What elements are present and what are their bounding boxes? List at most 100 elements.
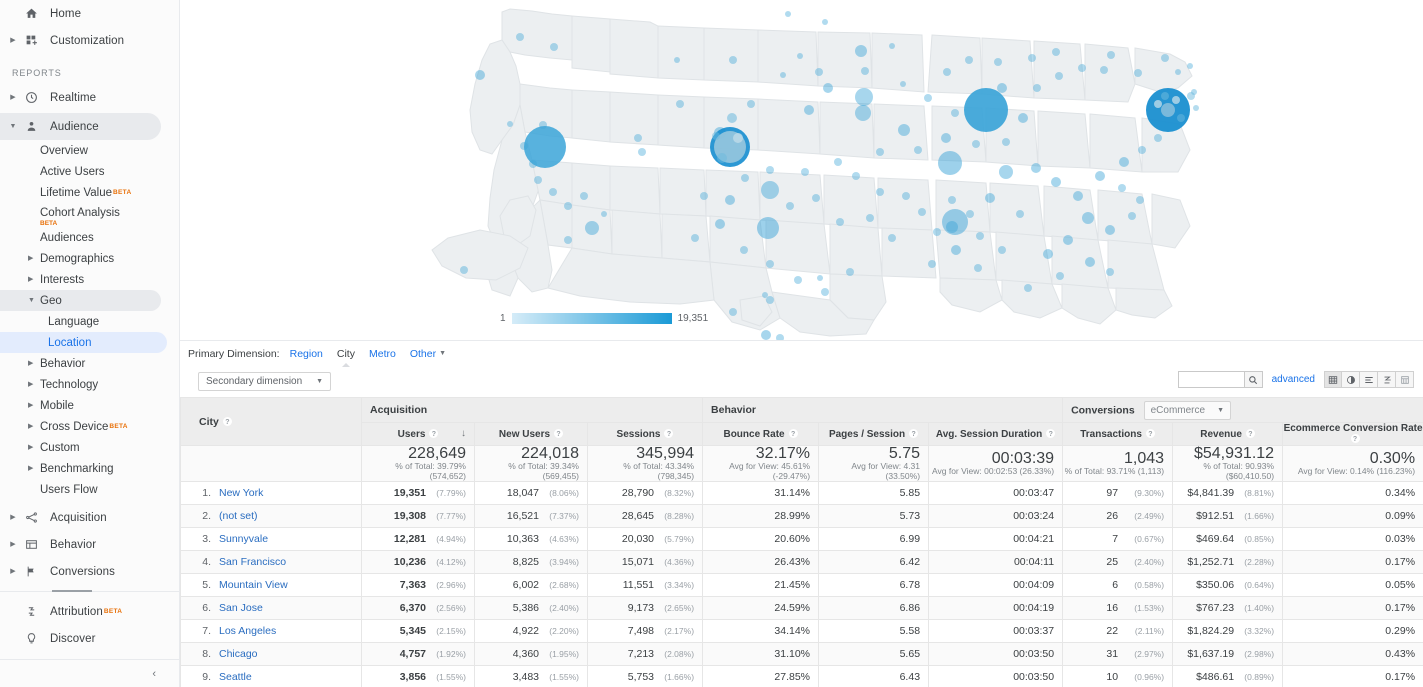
city-link[interactable]: Sunnyvale (219, 533, 268, 545)
help-icon[interactable]: ? (1146, 429, 1155, 438)
search-icon[interactable] (1244, 372, 1262, 387)
column-header-avg-session-duration[interactable]: Avg. Session Duration? (929, 423, 1063, 446)
table-row[interactable]: 3. Sunnyvale 12,281(4.94%) 10,363(4.63%)… (181, 528, 1423, 551)
cell-ecommerce-conversion-rate: 0.43% (1283, 643, 1423, 666)
us-map[interactable] (180, 0, 1423, 340)
sidebar-item-discover[interactable]: Discover (0, 625, 179, 652)
column-header-city[interactable]: City? (181, 398, 362, 446)
city-link[interactable]: Seattle (219, 671, 252, 683)
value: 22 (1106, 625, 1118, 637)
column-header-users[interactable]: Users? ↓ (362, 423, 475, 446)
sidebar-item-custom[interactable]: ▶ Custom (0, 437, 179, 458)
help-icon[interactable]: ? (664, 429, 673, 438)
help-icon[interactable]: ? (223, 417, 232, 426)
dimension-other[interactable]: Other (410, 348, 436, 360)
table-row[interactable]: 2. (not set) 19,308(7.77%) 16,521(7.37%)… (181, 505, 1423, 528)
sidebar-item-cohort-analysis[interactable]: Cohort Analysis BETA (0, 203, 179, 227)
search-input[interactable] (1179, 372, 1244, 387)
sidebar-item-home[interactable]: Home (0, 0, 179, 27)
help-icon[interactable]: ? (1246, 429, 1255, 438)
dimension-metro[interactable]: Metro (369, 348, 396, 360)
sort-descending-icon[interactable]: ↓ (461, 428, 466, 439)
pie-view-icon[interactable] (1342, 371, 1360, 388)
sidebar-item-customization[interactable]: ▶ Customization (0, 27, 179, 54)
table-row[interactable]: 9. Seattle 3,856(1.55%) 3,483(1.55%) 5,7… (181, 666, 1423, 687)
table-row[interactable]: 6. San Jose 6,370(2.56%) 5,386(2.40%) 9,… (181, 597, 1423, 620)
sidebar-item-audience[interactable]: ▼ Audience (0, 113, 161, 140)
percent: (2.15%) (426, 626, 466, 636)
sidebar-item-cross-device[interactable]: ▶ Cross Device BETA (0, 416, 179, 437)
help-icon[interactable]: ? (909, 429, 918, 438)
secondary-dimension-dropdown[interactable]: Secondary dimension ▼ (198, 372, 331, 391)
sidebar-item-overview[interactable]: Overview (0, 140, 179, 161)
dimension-city[interactable]: City (337, 348, 355, 360)
sidebar-item-demographics[interactable]: ▶ Demographics (0, 248, 179, 269)
help-icon[interactable]: ? (789, 429, 798, 438)
help-icon[interactable]: ? (1351, 434, 1360, 443)
column-header-bounce-rate[interactable]: Bounce Rate? (703, 423, 819, 446)
table-row[interactable]: 4. San Francisco 10,236(4.12%) 8,825(3.9… (181, 551, 1423, 574)
sidebar-item-technology[interactable]: ▶ Technology (0, 374, 179, 395)
sidebar-label: Benchmarking (40, 463, 114, 475)
value: 6,002 (513, 579, 539, 591)
city-link[interactable]: San Jose (219, 602, 263, 614)
advanced-filter-link[interactable]: advanced (1272, 374, 1315, 385)
table-view-icon[interactable] (1324, 371, 1342, 388)
percent: (3.94%) (539, 557, 579, 567)
sidebar-item-conversions[interactable]: ▶ Conversions (0, 558, 179, 585)
table-row[interactable]: 1. New York 19,351(7.79%) 18,047(8.06%) … (181, 482, 1423, 505)
table-row[interactable]: 8. Chicago 4,757(1.92%) 4,360(1.95%) 7,2… (181, 643, 1423, 666)
city-link[interactable]: (not set) (219, 510, 258, 522)
city-link[interactable]: Mountain View (219, 579, 288, 591)
sidebar-item-mobile[interactable]: ▶ Mobile (0, 395, 179, 416)
city-link[interactable]: Los Angeles (219, 625, 276, 637)
table-row[interactable]: 5. Mountain View 7,363(2.96%) 6,002(2.68… (181, 574, 1423, 597)
chevron-right-icon: ▶ (6, 514, 20, 521)
ecommerce-select[interactable]: eCommerce ▼ (1144, 401, 1231, 420)
help-icon[interactable]: ? (429, 429, 438, 438)
sidebar-item-attribution[interactable]: Attribution BETA (0, 598, 179, 625)
city-link[interactable]: Chicago (219, 648, 258, 660)
chevron-right-icon: ▶ (6, 94, 20, 101)
sidebar-item-location[interactable]: Location (0, 332, 167, 353)
sidebar-item-behavior-sub[interactable]: ▶ Behavior (0, 353, 179, 374)
help-icon[interactable]: ? (1046, 429, 1055, 438)
cell-pages-per-session: 6.78 (819, 574, 929, 597)
pivot-view-icon[interactable] (1396, 371, 1414, 388)
sidebar-collapse-button[interactable]: ‹ (0, 659, 180, 687)
sidebar-item-geo[interactable]: ▼ Geo (0, 290, 161, 311)
sidebar-item-behavior[interactable]: ▶ Behavior (0, 531, 179, 558)
sidebar-item-realtime[interactable]: ▶ Realtime (0, 84, 179, 111)
sidebar-item-benchmarking[interactable]: ▶ Benchmarking (0, 458, 179, 479)
cell-sessions: 28,645(8.28%) (588, 505, 703, 528)
sidebar-item-language[interactable]: Language (0, 311, 179, 332)
chevron-down-icon[interactable]: ▼ (439, 350, 446, 357)
sidebar-label: Cross Device (40, 421, 108, 433)
totals-value: 5.75 (819, 446, 920, 461)
sidebar-item-interests[interactable]: ▶ Interests (0, 269, 179, 290)
column-header-new-users[interactable]: New Users? (475, 423, 588, 446)
search-box[interactable] (1178, 371, 1263, 388)
percent: (3.34%) (654, 580, 694, 590)
table-row[interactable]: 7. Los Angeles 5,345(2.15%) 4,922(2.20%)… (181, 620, 1423, 643)
column-header-ecommerce-conversion-rate[interactable]: Ecommerce Conversion Rate? (1283, 423, 1423, 446)
performance-view-icon[interactable] (1378, 371, 1396, 388)
sidebar-label: Demographics (40, 253, 114, 265)
column-header-pages-per-session[interactable]: Pages / Session? (819, 423, 929, 446)
column-header-revenue[interactable]: Revenue? (1173, 423, 1283, 446)
bar-view-icon[interactable] (1360, 371, 1378, 388)
column-header-transactions[interactable]: Transactions? (1063, 423, 1173, 446)
sidebar-item-audiences[interactable]: Audiences (0, 227, 179, 248)
value: 97 (1106, 487, 1118, 499)
column-header-sessions[interactable]: Sessions? (588, 423, 703, 446)
dimension-region[interactable]: Region (290, 348, 323, 360)
sidebar-item-users-flow[interactable]: Users Flow (0, 479, 179, 500)
sidebar-item-active-users[interactable]: Active Users (0, 161, 179, 182)
help-icon[interactable]: ? (554, 429, 563, 438)
ecommerce-select-value: eCommerce (1151, 405, 1205, 416)
city-link[interactable]: New York (219, 487, 263, 499)
city-link[interactable]: San Francisco (219, 556, 286, 568)
sidebar-item-acquisition[interactable]: ▶ Acquisition (0, 504, 179, 531)
sidebar-item-lifetime-value[interactable]: Lifetime Value BETA (0, 182, 179, 203)
analytics-page: Home ▶ Customization REPORTS ▶ Realtime … (0, 0, 1423, 687)
